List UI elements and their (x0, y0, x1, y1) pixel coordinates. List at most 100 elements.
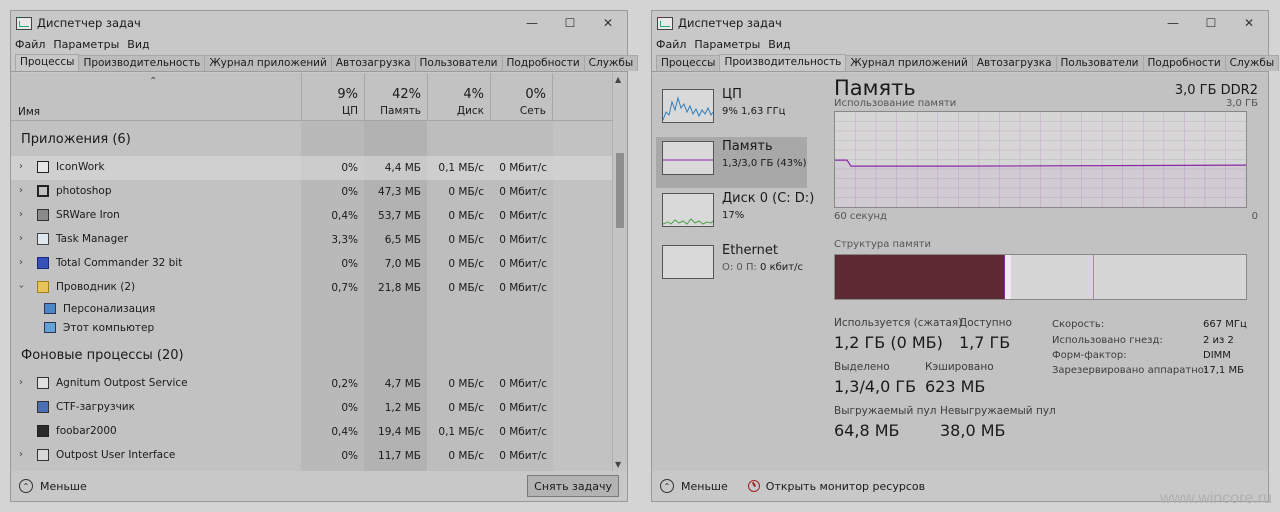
close-icon[interactable]: ✕ (1230, 11, 1268, 35)
tab-details[interactable]: Подробности (501, 55, 585, 71)
standby-segment (1011, 255, 1094, 299)
maximize-icon[interactable]: ☐ (551, 11, 589, 35)
resource-list: ЦП 9% 1,63 ГГц Память 1,3/3,0 ГБ (43%) Д… (652, 73, 814, 471)
watermark: www.wincore.ru (1159, 490, 1272, 507)
memory-title: Память (834, 76, 916, 100)
table-row[interactable]: › IconWork 0% 4,4 МБ 0,1 МБ/с 0 Мбит/с (11, 156, 613, 180)
menu-file[interactable]: Файл (656, 38, 686, 51)
sort-up-icon[interactable]: ⌃ (149, 76, 157, 87)
background-group-header[interactable]: Фоновые процессы (20) (21, 348, 184, 363)
scroll-down-icon[interactable]: ▼ (615, 460, 621, 469)
table-row[interactable]: CTF-загрузчик 0% 1,2 МБ 0 МБ/с 0 Мбит/с (11, 396, 613, 420)
resource-monitor-icon[interactable] (747, 480, 760, 492)
collapse-icon[interactable]: ⌃ (660, 479, 674, 493)
scroll-up-icon[interactable]: ▲ (615, 75, 621, 84)
scroll-thumb[interactable] (616, 153, 624, 228)
chevron-right-icon[interactable]: › (19, 449, 23, 460)
tab-services[interactable]: Службы (1224, 55, 1280, 71)
table-row[interactable]: foobar2000 0,4% 19,4 МБ 0,1 МБ/с 0 Мбит/… (11, 420, 613, 444)
tab-startup[interactable]: Автозагрузка (971, 55, 1057, 71)
menu-view[interactable]: Вид (127, 38, 149, 51)
computer-icon (44, 322, 56, 333)
title-bar: Диспетчер задач — ☐ ✕ (652, 11, 1268, 35)
tab-processes[interactable]: Процессы (15, 54, 80, 71)
table-row[interactable]: › Проводник (2) 0,7% 21,8 МБ 0 МБ/с 0 Мб… (11, 276, 613, 300)
photoshop-icon (37, 185, 49, 197)
table-row[interactable]: › Agnitum Outpost Service 0,2% 4,7 МБ 0 … (11, 372, 613, 396)
task-manager-icon (657, 16, 673, 30)
nonpaged-pool-value: 38,0 МБ (940, 421, 1006, 440)
minimize-icon[interactable]: — (1154, 11, 1192, 35)
col-network[interactable]: 0% Сеть (490, 73, 553, 120)
fewer-details-link[interactable]: Меньше (40, 480, 87, 493)
committed-value: 1,3/4,0 ГБ (834, 377, 917, 396)
tab-details[interactable]: Подробности (1142, 55, 1226, 71)
footer-bar: ⌃ Меньше Снять задачу (11, 471, 627, 501)
tab-app-history[interactable]: Журнал приложений (845, 55, 973, 71)
tab-performance[interactable]: Производительность (78, 55, 206, 71)
col-name[interactable]: Имя (18, 106, 40, 118)
menu-options[interactable]: Параметры (694, 38, 760, 51)
minimize-icon[interactable]: — (513, 11, 551, 35)
vertical-scrollbar[interactable]: ▲ ▼ (612, 73, 627, 471)
chevron-right-icon[interactable]: › (19, 161, 23, 172)
in-use-value: 1,2 ГБ (0 МБ) (834, 333, 943, 352)
memory-composition-bar (834, 254, 1247, 300)
close-icon[interactable]: ✕ (589, 11, 627, 35)
col-disk[interactable]: 4% Диск (427, 73, 490, 120)
tab-performance[interactable]: Производительность (719, 54, 847, 71)
list-item[interactable]: Этот компьютер (11, 319, 613, 338)
chevron-right-icon[interactable]: › (19, 257, 23, 268)
process-list: Приложения (6) › IconWork 0% 4,4 МБ 0,1 … (11, 121, 613, 471)
foobar-icon (37, 425, 49, 437)
maximize-icon[interactable]: ☐ (1192, 11, 1230, 35)
tab-users[interactable]: Пользователи (1055, 55, 1144, 71)
menu-options[interactable]: Параметры (53, 38, 119, 51)
tab-startup[interactable]: Автозагрузка (330, 55, 416, 71)
tab-bar: Процессы Производительность Журнал прило… (11, 53, 639, 72)
tab-users[interactable]: Пользователи (414, 55, 503, 71)
window-title: Диспетчер задач (678, 16, 782, 30)
in-use-segment (835, 255, 1005, 299)
table-row[interactable]: › Total Commander 32 bit 0% 7,0 МБ 0 МБ/… (11, 252, 613, 276)
table-row[interactable]: › photoshop 0% 47,3 МБ 0 МБ/с 0 Мбит/с (11, 180, 613, 204)
col-memory[interactable]: 42% Память (364, 73, 427, 120)
end-task-button[interactable]: Снять задачу (527, 475, 619, 497)
menu-bar: Файл Параметры Вид (11, 35, 627, 53)
task-manager-icon (16, 16, 32, 30)
col-cpu[interactable]: 9% ЦП (301, 73, 364, 120)
tab-app-history[interactable]: Журнал приложений (204, 55, 332, 71)
chevron-down-icon[interactable]: › (16, 285, 27, 289)
outpost-ui-icon (37, 449, 49, 461)
menu-view[interactable]: Вид (768, 38, 790, 51)
resource-item-disk[interactable]: Диск 0 (C: D:) 17% (656, 189, 814, 240)
memory-usage-graph (834, 111, 1247, 208)
menu-file[interactable]: Файл (15, 38, 45, 51)
open-resource-monitor-link[interactable]: Открыть монитор ресурсов (766, 480, 925, 493)
tab-processes[interactable]: Процессы (656, 55, 721, 71)
paged-pool-value: 64,8 МБ (834, 421, 900, 440)
outpost-service-icon (37, 377, 49, 389)
chevron-right-icon[interactable]: › (19, 209, 23, 220)
menu-bar: Файл Параметры Вид (652, 35, 1268, 53)
iconwork-icon (37, 161, 49, 173)
performance-panel: ЦП 9% 1,63 ГГц Память 1,3/3,0 ГБ (43%) Д… (652, 73, 1268, 471)
table-row[interactable]: › SRWare Iron 0,4% 53,7 МБ 0 МБ/с 0 Мбит… (11, 204, 613, 228)
resource-item-ethernet[interactable]: Ethernet О: 0 П: 0 кбит/с (656, 241, 807, 292)
chevron-right-icon[interactable]: › (19, 185, 23, 196)
column-header: ⌃ Имя 9% ЦП 42% Память 4% Диск 0% Сеть (11, 73, 613, 121)
tab-services[interactable]: Службы (583, 55, 639, 71)
collapse-icon[interactable]: ⌃ (19, 479, 33, 493)
apps-group-header[interactable]: Приложения (6) (21, 132, 131, 147)
resource-item-cpu[interactable]: ЦП 9% 1,63 ГГц (656, 85, 807, 136)
chevron-right-icon[interactable]: › (19, 233, 23, 244)
resource-item-memory[interactable]: Память 1,3/3,0 ГБ (43%) (656, 137, 807, 188)
available-value: 1,7 ГБ (959, 333, 1011, 352)
chevron-right-icon[interactable]: › (19, 377, 23, 388)
memory-usage-area (835, 160, 1246, 207)
table-row[interactable]: › Task Manager 3,3% 6,5 МБ 0 МБ/с 0 Мбит… (11, 228, 613, 252)
title-bar: Диспетчер задач — ☐ ✕ (11, 11, 627, 35)
list-item[interactable]: Персонализация (11, 300, 613, 319)
table-row[interactable]: › Outpost User Interface 0% 11,7 МБ 0 МБ… (11, 444, 613, 468)
fewer-details-link[interactable]: Меньше (681, 480, 728, 493)
